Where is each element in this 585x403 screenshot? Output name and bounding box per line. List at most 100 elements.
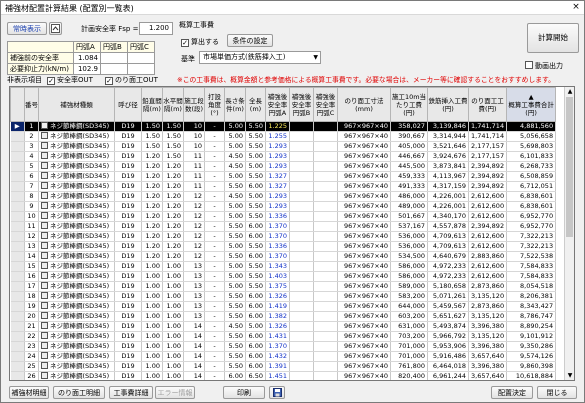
table-row[interactable]: 13 ネジ節棒鋼(SD345) D19 1.20 1.20 12-5.00 5.50 1.33…	[10, 241, 557, 252]
calc-cost-checkbox[interactable]: ✓ 算出する	[181, 37, 219, 47]
table-row[interactable]: 6 ネジ節棒鋼(SD345) D19 1.20 1.20 11-5.00 5.50 1.327…	[10, 171, 557, 182]
row-header[interactable]	[10, 341, 25, 352]
column-header[interactable]: 打設角度(°)	[204, 87, 225, 122]
column-header[interactable]: 補強後安全率円弧A	[265, 87, 290, 122]
table-row[interactable]: 16 ネジ節棒鋼(SD345) D19 1.00 1.00 13-5.00 5.50 1.40…	[10, 271, 557, 282]
column-header[interactable]: 呼び径	[114, 87, 142, 122]
column-header[interactable]: 補強材種類	[38, 87, 115, 122]
row-detail-icon[interactable]	[41, 172, 48, 179]
column-header[interactable]: のり面工工費(円)	[467, 87, 508, 122]
cost-detail-button[interactable]: 工事費詳細	[109, 386, 153, 399]
row-header[interactable]	[10, 291, 25, 302]
basis-select[interactable]: 市場単価方式(鉄筋挿入工) ▼	[199, 51, 321, 64]
rebar-detail-button[interactable]: 補強材明細	[9, 386, 49, 399]
row-header[interactable]	[10, 371, 25, 380]
row-header[interactable]	[10, 201, 25, 212]
row-header[interactable]	[10, 271, 25, 282]
row-detail-icon[interactable]	[41, 232, 48, 239]
column-header[interactable]: 鉄筋挿入工費(円)	[427, 87, 469, 122]
row-detail-icon[interactable]	[41, 262, 48, 269]
column-header[interactable]: 長さ条件(m)	[224, 87, 246, 122]
column-header[interactable]: 鉛直間隔(m)	[141, 87, 163, 122]
row-header[interactable]	[10, 361, 25, 372]
row-detail-icon[interactable]	[41, 142, 48, 149]
scroll-up-icon[interactable]: ▲	[565, 87, 574, 96]
column-header[interactable]: 補強後安全率円弧C	[313, 87, 338, 122]
row-header[interactable]	[10, 311, 25, 322]
table-row[interactable]: 17 ネジ節棒鋼(SD345) D19 1.00 1.00 13-5.00 5.50 1.37…	[10, 281, 557, 292]
row-header[interactable]	[10, 181, 25, 192]
row-header[interactable]	[10, 261, 25, 272]
row-detail-icon[interactable]	[41, 362, 48, 369]
confirm-placement-button[interactable]: 配置決定	[491, 386, 533, 399]
table-row[interactable]: 11 ネジ節棒鋼(SD345) D19 1.20 1.20 12-5.50 6.00 1.37…	[10, 221, 557, 232]
row-header[interactable]	[10, 221, 25, 232]
table-row[interactable]: 9 ネジ節棒鋼(SD345) D19 1.20 1.20 12-5.00 5.50 1.293…	[10, 201, 557, 212]
condition-settings-button[interactable]: 条件の設定	[227, 34, 273, 47]
plan-safety-input[interactable]: 1.200	[139, 22, 173, 35]
column-header[interactable]: 全長(m)	[245, 87, 266, 122]
row-header[interactable]	[10, 251, 25, 262]
table-row[interactable]: 5 ネジ節棒鋼(SD345) D19 1.20 1.20 11-4.50 5.00 1.293…	[10, 161, 557, 172]
row-detail-icon[interactable]	[41, 352, 48, 359]
safety-out-checkbox[interactable]: ✓ 安全率OUT	[47, 75, 93, 85]
slope-out-checkbox[interactable]: ✓ のり面工OUT	[105, 75, 158, 85]
row-detail-icon[interactable]	[41, 152, 48, 159]
print-button[interactable]: 印刷	[223, 386, 265, 399]
table-row[interactable]: 8 ネジ節棒鋼(SD345) D19 1.20 1.20 12-4.50 5.00 1.293…	[10, 191, 557, 202]
row-detail-icon[interactable]	[41, 272, 48, 279]
table-row[interactable]: 20 ネジ節棒鋼(SD345) D19 1.00 1.00 13-5.50 6.00 1.38…	[10, 311, 557, 322]
table-row[interactable]: 21 ネジ節棒鋼(SD345) D19 1.00 1.00 14-4.50 5.00 1.32…	[10, 321, 557, 332]
column-header-sorted[interactable]: ▲ 概算工事費合計(円)	[506, 87, 557, 122]
column-header[interactable]: 水平間隔(m)	[162, 87, 184, 122]
table-row[interactable]: 26 ネジ節棒鋼(SD345) D19 1.00 1.00 14-6.00 6.50 1.45…	[10, 371, 557, 380]
table-row[interactable]: 4 ネジ節棒鋼(SD345) D19 1.20 1.50 11-4.50 5.00 1.293…	[10, 151, 557, 162]
row-detail-icon[interactable]	[41, 282, 48, 289]
row-detail-icon[interactable]	[41, 212, 48, 219]
toggle-icon[interactable]	[49, 22, 62, 35]
row-header[interactable]	[10, 161, 25, 172]
table-row[interactable]: 10 ネジ節棒鋼(SD345) D19 1.20 1.20 12-5.00 5.50 1.33…	[10, 211, 557, 222]
row-header[interactable]: ▶	[10, 121, 25, 132]
row-detail-icon[interactable]	[41, 192, 48, 199]
table-row[interactable]: 22 ネジ節棒鋼(SD345) D19 1.00 1.00 14-5.50 6.00 1.43…	[10, 331, 557, 342]
row-header[interactable]	[10, 301, 25, 312]
column-header[interactable]: 施工10m当たり工費(円)	[390, 87, 428, 122]
row-header[interactable]	[10, 331, 25, 342]
row-detail-icon[interactable]	[41, 182, 48, 189]
row-detail-icon[interactable]	[41, 342, 48, 349]
table-row[interactable]: 2 ネジ節棒鋼(SD345) D19 1.50 1.50 10-5.00 5.50 1.255…	[10, 131, 557, 142]
row-detail-icon[interactable]	[41, 312, 48, 319]
slope-detail-button[interactable]: のり面工明細	[53, 386, 105, 399]
row-header[interactable]	[10, 211, 25, 222]
table-row[interactable]: 7 ネジ節棒鋼(SD345) D19 1.20 1.20 11-5.50 6.00 1.327…	[10, 181, 557, 192]
row-detail-icon[interactable]	[41, 162, 48, 169]
row-detail-icon[interactable]	[41, 202, 48, 209]
row-header[interactable]	[10, 321, 25, 332]
row-detail-icon[interactable]	[41, 332, 48, 339]
table-row[interactable]: 25 ネジ節棒鋼(SD345) D19 1.00 1.00 14-5.50 6.00 1.39…	[10, 361, 557, 372]
row-header[interactable]	[10, 131, 25, 142]
row-detail-icon[interactable]	[41, 322, 48, 329]
row-detail-icon[interactable]	[41, 122, 48, 129]
row-detail-icon[interactable]	[41, 292, 48, 299]
normal-display-button[interactable]: 常時表示	[7, 22, 47, 35]
row-header[interactable]	[10, 281, 25, 292]
row-detail-icon[interactable]	[41, 242, 48, 249]
row-header[interactable]	[10, 231, 25, 242]
dynamic-output-checkbox[interactable]: 動画出力	[525, 61, 563, 71]
row-detail-icon[interactable]	[41, 372, 48, 379]
row-header[interactable]	[10, 171, 25, 182]
row-header[interactable]	[10, 151, 25, 162]
table-row[interactable]: 23 ネジ節棒鋼(SD345) D19 1.00 1.00 14-5.50 6.00 1.37…	[10, 341, 557, 352]
row-detail-icon[interactable]	[41, 222, 48, 229]
close-icon[interactable]: ×	[570, 2, 582, 13]
calc-start-button[interactable]: 計算開始	[527, 23, 579, 53]
save-icon[interactable]	[269, 386, 285, 399]
table-row[interactable]: 12 ネジ節棒鋼(SD345) D19 1.20 1.20 12-5.50 6.00 1.37…	[10, 231, 557, 242]
table-row[interactable]: 18 ネジ節棒鋼(SD345) D19 1.00 1.00 13-5.50 6.00 1.32…	[10, 291, 557, 302]
vertical-scrollbar[interactable]: ▲ ▼	[564, 87, 574, 380]
row-detail-icon[interactable]	[41, 302, 48, 309]
table-row[interactable]: 15 ネジ節棒鋼(SD345) D19 1.00 1.00 13-5.00 5.50 1.34…	[10, 261, 557, 272]
row-header[interactable]	[10, 191, 25, 202]
